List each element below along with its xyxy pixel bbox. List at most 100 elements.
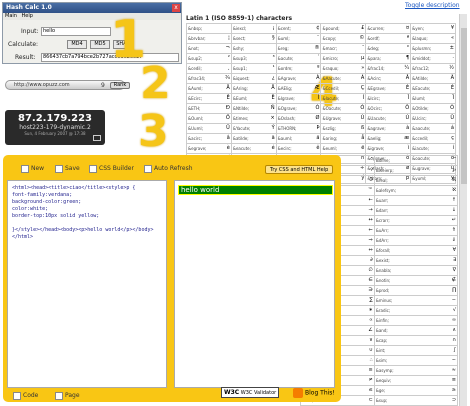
entity-code: &AElig; bbox=[277, 86, 293, 91]
entity-glyph: ç bbox=[451, 135, 454, 141]
save-button-label: Save bbox=[65, 165, 80, 172]
ip-widget: 87.2.179.223 host223-179-dynamic.2 Sun, … bbox=[5, 110, 105, 145]
entity-cell: &Ntilde; Ñ bbox=[230, 103, 277, 114]
entity-code: &atilde; bbox=[232, 136, 249, 141]
builder-icon bbox=[89, 164, 97, 173]
entity-cell: &oline; ‾ bbox=[373, 155, 459, 166]
entity-glyph: ∈ bbox=[368, 277, 373, 283]
entity-cell: &iquest; ¿ bbox=[230, 73, 277, 84]
entity-glyph: ⊃ bbox=[451, 397, 456, 403]
entity-code: &macr; bbox=[322, 46, 338, 51]
md4-button[interactable]: MD4 bbox=[67, 40, 87, 49]
entity-cell: &Uuml; Ü bbox=[186, 123, 232, 134]
entity-glyph: ≈ bbox=[451, 367, 456, 373]
toggle-description-link[interactable]: Toggle description bbox=[405, 2, 460, 9]
entity-glyph: º bbox=[317, 65, 320, 71]
entity-code: &minus; bbox=[375, 298, 393, 303]
calculate-label: Calculate: bbox=[8, 41, 39, 48]
css-builder-label: CSS Builder bbox=[99, 165, 134, 172]
new-button[interactable]: New bbox=[21, 164, 44, 174]
entity-cell: &forall; ∀ bbox=[373, 245, 459, 256]
entity-code: &Eacute; bbox=[412, 86, 431, 91]
w3c-label: W3C Validator bbox=[240, 390, 277, 396]
entity-glyph: ± bbox=[449, 45, 454, 51]
entity-glyph: ≡ bbox=[451, 377, 456, 383]
entity-cell: &uarr; ↑ bbox=[373, 195, 459, 206]
entity-glyph: ¼ bbox=[404, 65, 410, 71]
entity-code: &times; bbox=[232, 116, 249, 121]
entity-glyph: Ø bbox=[315, 115, 320, 121]
css-builder-button[interactable]: CSS Builder bbox=[89, 164, 134, 174]
page-scrollbar[interactable] bbox=[459, 14, 467, 406]
entity-cell: &macr; ¯ bbox=[320, 43, 367, 54]
entity-glyph: é bbox=[271, 145, 275, 151]
entity-glyph: ¦ bbox=[228, 35, 230, 41]
table-row: &ETH; Ð &Ntilde; Ñ &Ograve; Ò &Oacute; Ó &Ocirc;… bbox=[186, 103, 456, 114]
try-help-button[interactable]: Try CSS and HTML Help bbox=[265, 165, 334, 174]
entity-cell: &frac34; ¾ bbox=[186, 73, 232, 84]
entity-code: &Ouml; bbox=[188, 116, 204, 121]
entity-cell: &para; ¶ bbox=[365, 53, 412, 64]
entity-code: &egrave; bbox=[188, 146, 207, 151]
entity-cell: &reg; ® bbox=[275, 43, 322, 54]
blog-this-button[interactable]: Blog This! bbox=[293, 388, 335, 398]
entity-cell: &sim; ∼ bbox=[373, 355, 459, 366]
page-tab[interactable]: Page bbox=[55, 391, 80, 401]
entity-cell: &acirc; â bbox=[186, 133, 232, 144]
entity-cell: &Acirc; Â bbox=[365, 73, 412, 84]
entity-glyph: ⇑ bbox=[451, 227, 456, 233]
entity-glyph: á bbox=[450, 125, 454, 131]
number-2: 2 bbox=[140, 58, 171, 109]
entity-code: &yen; bbox=[412, 26, 424, 31]
menu-item-main[interactable]: Main bbox=[5, 13, 17, 19]
close-icon[interactable]: x bbox=[172, 4, 180, 12]
entity-cell: &frac12; ½ bbox=[410, 63, 456, 74]
entity-cell: &frac14; ¼ bbox=[365, 63, 412, 74]
entity-code: &uArr; bbox=[375, 228, 389, 233]
entity-glyph: ½ bbox=[449, 65, 454, 71]
rank-button[interactable]: Rank bbox=[110, 82, 130, 89]
entity-glyph: ∗ bbox=[368, 307, 373, 313]
entity-glyph: ä bbox=[316, 135, 320, 141]
entity-code: &asymp; bbox=[375, 368, 394, 373]
entity-glyph: ¶ bbox=[405, 55, 410, 61]
table-row: &brvbar; ¦ &sect; § &uml; ¨ &copy; © &ordf; ª &laq… bbox=[186, 33, 456, 44]
entity-glyph: è bbox=[226, 145, 230, 151]
code-tab[interactable]: Code bbox=[13, 391, 38, 401]
entity-glyph: Ö bbox=[225, 115, 230, 121]
entity-code: &alefsym; bbox=[375, 188, 396, 193]
entity-glyph: − bbox=[451, 297, 456, 303]
entity-code: &Ocirc; bbox=[367, 106, 382, 111]
entity-glyph: × bbox=[270, 115, 275, 121]
entity-code: &micro; bbox=[322, 56, 339, 61]
entity-glyph: ¨ bbox=[316, 35, 320, 41]
entity-glyph: µ bbox=[361, 55, 365, 61]
entity-glyph: Ç bbox=[360, 85, 365, 91]
screen-icon[interactable] bbox=[93, 135, 101, 141]
preview-paragraph: hello world bbox=[178, 185, 333, 195]
code-textarea[interactable]: <html><head><title>ciao</title><style>p … bbox=[7, 180, 167, 388]
menu-item-help[interactable]: Help bbox=[22, 13, 33, 19]
hash-input-field[interactable]: hello bbox=[41, 27, 111, 36]
entity-glyph: Å bbox=[271, 85, 275, 91]
entity-code: &Ugrave; bbox=[322, 116, 342, 121]
entity-code: &shy; bbox=[232, 46, 245, 51]
entity-code: &sup1; bbox=[232, 66, 247, 71]
entity-glyph: § bbox=[272, 35, 275, 41]
entity-code: &frac14; bbox=[367, 66, 385, 71]
entity-cell: &Ecirc; Ê bbox=[186, 93, 232, 104]
entity-cell: &aelig; æ bbox=[365, 133, 412, 144]
md5-button[interactable]: MD5 bbox=[90, 40, 110, 49]
entity-glyph: ∠ bbox=[368, 327, 373, 333]
entity-glyph: ≅ bbox=[368, 367, 373, 373]
auto-refresh-button[interactable]: Auto Refresh bbox=[144, 164, 193, 174]
save-button[interactable]: Save bbox=[55, 164, 80, 174]
entity-cell: &prod; ∏ bbox=[373, 285, 459, 296]
entity-code: &sup2; bbox=[188, 56, 203, 61]
w3c-validator-button[interactable]: W3C W3C Validator bbox=[221, 387, 280, 398]
scrollbar-thumb[interactable] bbox=[461, 28, 467, 184]
entity-glyph: ↓ bbox=[451, 207, 456, 213]
entity-glyph: ∧ bbox=[452, 327, 456, 333]
hash-calc-window: Hash Calc 1.0 x Main Help Input: hello C… bbox=[2, 2, 182, 64]
entity-glyph: ¥ bbox=[450, 25, 454, 31]
